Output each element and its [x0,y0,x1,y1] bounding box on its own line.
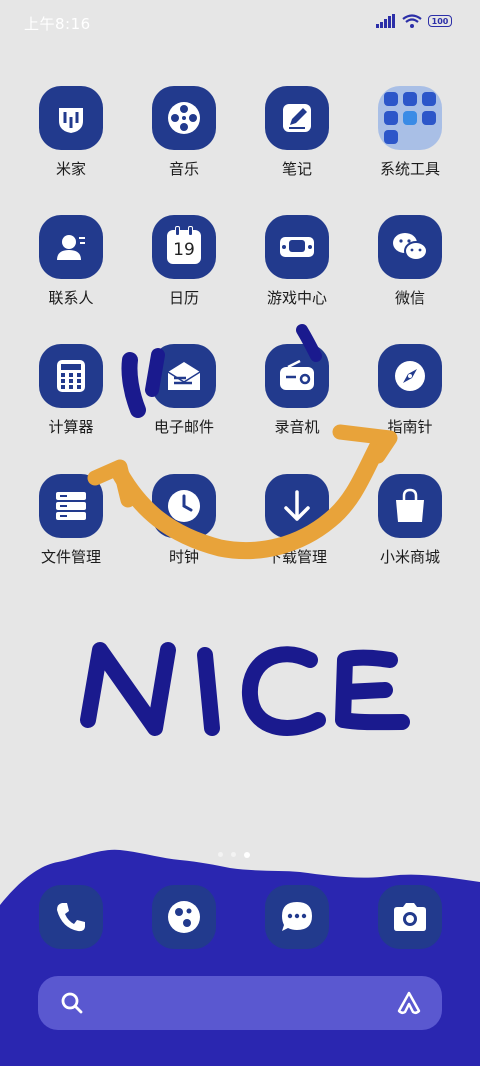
compass-icon[interactable] [378,344,442,408]
messages-icon[interactable] [265,885,329,949]
app-label: 笔记 [281,160,312,178]
clock-icon[interactable] [152,474,216,538]
app-downloads[interactable]: 下载管理 [242,474,352,584]
app-label: 游戏中心 [266,289,327,307]
page-dot[interactable] [231,852,236,857]
app-email[interactable]: 电子邮件 [129,344,239,454]
search-icon[interactable] [60,991,84,1015]
music-reel-icon[interactable] [152,86,216,150]
assistant-icon[interactable] [396,990,422,1016]
app-notes[interactable]: 笔记 [242,86,352,196]
camera-icon[interactable] [378,885,442,949]
search-bar[interactable] [38,976,442,1030]
calendar-day: 19 [173,239,195,260]
page-indicator [218,851,250,858]
app-label: 联系人 [48,289,94,307]
nice-drawing [80,642,410,736]
app-recorder[interactable]: 录音机 [242,344,352,454]
folder-app-icon [422,92,436,106]
app-label: 音乐 [168,160,199,178]
folder-app-icon [422,111,436,125]
app-mi-store[interactable]: 小米商城 [355,474,465,584]
calendar-icon[interactable]: 19 [152,215,216,279]
system-tools-folder-icon[interactable] [378,86,442,150]
app-grid: 米家 音乐 笔记 系统工具 联系人 19 日历 游戏中心 微信 计算器 电子邮件… [0,0,480,600]
app-mi-home[interactable]: 米家 [16,86,126,196]
app-clock[interactable]: 时钟 [129,474,239,584]
app-folder-system-tools[interactable]: 系统工具 [355,86,465,196]
file-manager-icon[interactable] [39,474,103,538]
notes-pen-icon[interactable] [265,86,329,150]
app-label: 时钟 [168,548,199,566]
app-calendar[interactable]: 19 日历 [129,215,239,325]
dock [0,885,480,955]
app-file-manager[interactable]: 文件管理 [16,474,126,584]
folder-app-icon [403,92,417,106]
app-label: 计算器 [48,418,94,436]
page-dot[interactable] [218,852,223,857]
shopping-bag-icon[interactable] [378,474,442,538]
folder-app-icon [384,111,398,125]
app-label: 日历 [168,289,199,307]
app-label: 米家 [55,160,86,178]
page-dot-active[interactable] [244,851,250,858]
phone-icon[interactable] [39,885,103,949]
app-label: 电子邮件 [153,418,214,436]
app-contacts[interactable]: 联系人 [16,215,126,325]
mi-home-icon[interactable] [39,86,103,150]
contacts-icon[interactable] [39,215,103,279]
app-label: 文件管理 [40,548,101,566]
recorder-icon[interactable] [265,344,329,408]
app-calculator[interactable]: 计算器 [16,344,126,454]
app-label: 系统工具 [379,160,440,178]
app-label: 微信 [394,289,425,307]
folder-app-icon [403,111,417,125]
calculator-icon[interactable] [39,344,103,408]
app-label: 指南针 [387,418,433,436]
folder-app-icon [384,92,398,106]
app-game-center[interactable]: 游戏中心 [242,215,352,325]
download-icon[interactable] [265,474,329,538]
app-music[interactable]: 音乐 [129,86,239,196]
browser-icon[interactable] [152,885,216,949]
app-label: 下载管理 [266,548,327,566]
app-wechat[interactable]: 微信 [355,215,465,325]
game-controller-icon[interactable] [265,215,329,279]
email-icon[interactable] [152,344,216,408]
app-compass[interactable]: 指南针 [355,344,465,454]
wechat-icon[interactable] [378,215,442,279]
app-label: 录音机 [274,418,320,436]
app-label: 小米商城 [379,548,440,566]
folder-app-icon [384,130,398,144]
